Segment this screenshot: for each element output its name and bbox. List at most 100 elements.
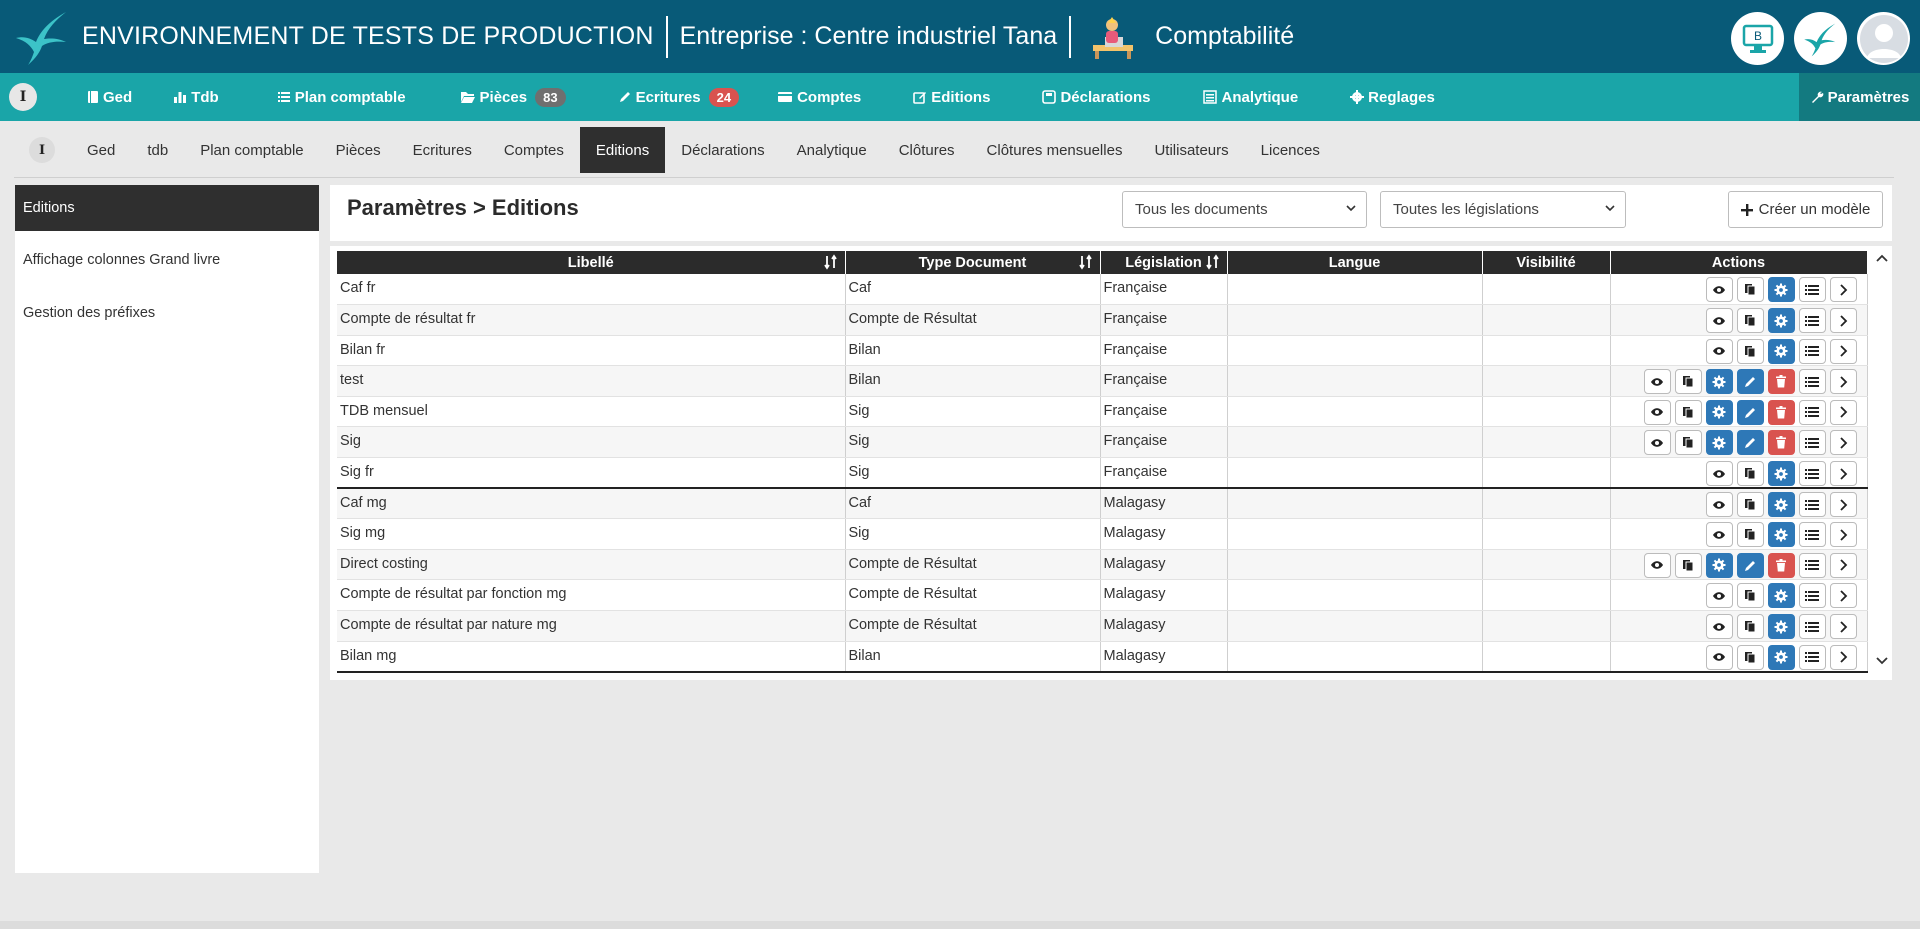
settings-button[interactable] [1767, 522, 1795, 548]
duplicate-button[interactable] [1736, 522, 1764, 548]
duplicate-button[interactable] [1736, 338, 1764, 364]
edit-button[interactable] [1736, 399, 1764, 425]
settings-button[interactable] [1767, 308, 1795, 334]
view-button[interactable] [1643, 399, 1671, 425]
duplicate-button[interactable] [1674, 399, 1702, 425]
nav-ecritures[interactable]: Ecritures 24 [618, 87, 740, 107]
settings-button[interactable] [1767, 338, 1795, 364]
settings-button[interactable] [1705, 552, 1733, 578]
view-button[interactable] [1705, 614, 1733, 640]
nav-comptes[interactable]: Comptes [777, 89, 861, 106]
tab-analytique[interactable]: Analytique [781, 127, 883, 173]
duplicate-button[interactable] [1736, 308, 1764, 334]
duplicate-button[interactable] [1674, 369, 1702, 395]
bird-logo-icon[interactable] [12, 6, 74, 68]
tab-clotures[interactable]: Clôtures [883, 127, 971, 173]
nav-parametres[interactable]: Paramètres [1799, 73, 1920, 121]
sidebar-item-gestion-prefixes[interactable]: Gestion des préfixes [15, 286, 319, 339]
nav-pieces[interactable]: Pièces 83 [460, 87, 566, 107]
desktop-b-button[interactable]: B [1731, 12, 1784, 65]
duplicate-button[interactable] [1736, 277, 1764, 302]
settings-button[interactable] [1705, 399, 1733, 425]
next-button[interactable] [1829, 583, 1857, 609]
view-button[interactable] [1643, 430, 1671, 456]
tab-utilisateurs[interactable]: Utilisateurs [1138, 127, 1244, 173]
next-button[interactable] [1829, 614, 1857, 640]
tab-ged[interactable]: Ged [71, 127, 131, 173]
next-button[interactable] [1829, 308, 1857, 334]
duplicate-button[interactable] [1674, 430, 1702, 456]
duplicate-button[interactable] [1736, 644, 1764, 670]
user-avatar-button[interactable] [1857, 12, 1910, 65]
delete-button[interactable] [1767, 430, 1795, 456]
info-button[interactable]: I [9, 83, 37, 111]
list-button[interactable] [1798, 614, 1826, 640]
next-button[interactable] [1829, 552, 1857, 578]
settings-button[interactable] [1705, 430, 1733, 456]
next-button[interactable] [1829, 644, 1857, 670]
settings-button[interactable] [1767, 583, 1795, 609]
table-scrollbar[interactable] [1872, 251, 1892, 671]
legislation-select[interactable]: Toutes les législations [1380, 191, 1626, 228]
document-type-select[interactable]: Tous les documents [1122, 191, 1367, 228]
next-button[interactable] [1829, 369, 1857, 395]
list-button[interactable] [1798, 430, 1826, 456]
next-button[interactable] [1829, 338, 1857, 364]
sidebar-item-affichage-colonnes[interactable]: Affichage colonnes Grand livre [15, 233, 319, 286]
list-button[interactable] [1798, 644, 1826, 670]
settings-button[interactable] [1705, 369, 1733, 395]
list-button[interactable] [1798, 277, 1826, 302]
next-button[interactable] [1829, 430, 1857, 456]
delete-button[interactable] [1767, 369, 1795, 395]
duplicate-button[interactable] [1736, 492, 1764, 518]
tab-tdb[interactable]: tdb [131, 127, 184, 173]
list-button[interactable] [1798, 461, 1826, 487]
nav-reglages[interactable]: Reglages [1350, 89, 1435, 106]
tab-declarations[interactable]: Déclarations [665, 127, 780, 173]
duplicate-button[interactable] [1736, 614, 1764, 640]
next-button[interactable] [1829, 399, 1857, 425]
next-button[interactable] [1829, 461, 1857, 487]
edit-button[interactable] [1736, 430, 1764, 456]
list-button[interactable] [1798, 399, 1826, 425]
duplicate-button[interactable] [1736, 583, 1764, 609]
delete-button[interactable] [1767, 552, 1795, 578]
view-button[interactable] [1705, 644, 1733, 670]
list-button[interactable] [1798, 492, 1826, 518]
view-button[interactable] [1705, 522, 1733, 548]
settings-button[interactable] [1767, 277, 1795, 302]
edit-button[interactable] [1736, 369, 1764, 395]
view-button[interactable] [1643, 369, 1671, 395]
next-button[interactable] [1829, 277, 1857, 302]
sidebar-item-editions[interactable]: Editions [15, 185, 319, 231]
list-button[interactable] [1798, 552, 1826, 578]
nav-editions[interactable]: Editions [913, 89, 990, 106]
delete-button[interactable] [1767, 399, 1795, 425]
list-button[interactable] [1798, 522, 1826, 548]
list-button[interactable] [1798, 369, 1826, 395]
tab-plan-comptable[interactable]: Plan comptable [184, 127, 319, 173]
create-model-button[interactable]: Créer un modèle [1728, 191, 1883, 228]
column-header-legislation[interactable]: Législation [1100, 251, 1228, 274]
settings-button[interactable] [1767, 644, 1795, 670]
duplicate-button[interactable] [1674, 552, 1702, 578]
nav-plan-comptable[interactable]: Plan comptable [277, 89, 406, 106]
next-button[interactable] [1829, 492, 1857, 518]
list-button[interactable] [1798, 338, 1826, 364]
duplicate-button[interactable] [1736, 461, 1764, 487]
settings-button[interactable] [1767, 461, 1795, 487]
list-button[interactable] [1798, 583, 1826, 609]
view-button[interactable] [1705, 461, 1733, 487]
nav-tdb[interactable]: Tdb [173, 89, 219, 106]
settings-button[interactable] [1767, 492, 1795, 518]
tab-licences[interactable]: Licences [1245, 127, 1336, 173]
view-button[interactable] [1705, 492, 1733, 518]
tab-pieces[interactable]: Pièces [320, 127, 397, 173]
tab-editions[interactable]: Editions [579, 127, 666, 173]
column-header-type-document[interactable]: Type Document [845, 251, 1101, 274]
nav-ged[interactable]: Ged [87, 89, 132, 106]
tab-comptes[interactable]: Comptes [488, 127, 580, 173]
list-button[interactable] [1798, 308, 1826, 334]
app-switch-button[interactable] [1794, 12, 1847, 65]
tab-ecritures[interactable]: Ecritures [397, 127, 488, 173]
